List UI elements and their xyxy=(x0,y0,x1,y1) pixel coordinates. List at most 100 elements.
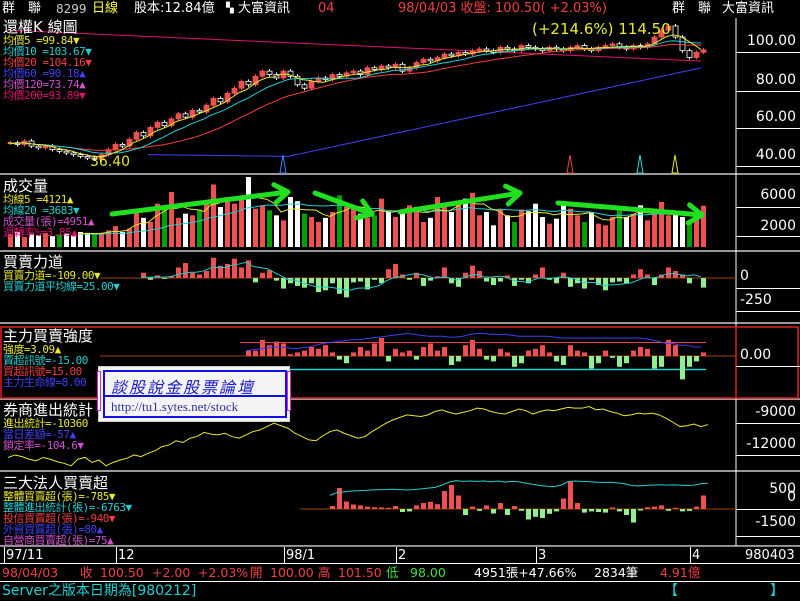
institutional-bar xyxy=(351,504,356,509)
axis-label: 80.00 xyxy=(755,72,796,88)
axis-label: 6000 xyxy=(760,187,796,203)
institutional-bar xyxy=(617,509,622,512)
strength-bar xyxy=(505,352,510,356)
power-bar xyxy=(638,269,643,278)
strength-bar xyxy=(638,347,643,356)
change-pct: +2.03% xyxy=(198,565,249,580)
volume-bar xyxy=(589,212,594,247)
volume-bar xyxy=(561,205,566,247)
volume-bar xyxy=(141,217,146,247)
institutional-bar xyxy=(498,503,503,509)
institutional-bar xyxy=(386,507,391,509)
power-title: 買賣力道 xyxy=(3,253,64,271)
institutional-bar xyxy=(372,507,377,509)
strength-bar xyxy=(624,356,629,364)
tab-number[interactable]: 04 xyxy=(318,0,335,18)
volume-bar xyxy=(624,217,629,247)
title-bar: 群 聯 8299 日線 股本:12.84億 ▚ 大富資訊 04 98/04/03… xyxy=(0,0,800,18)
status-message: Server之版本日期為[980212] xyxy=(2,583,197,599)
strength-bar xyxy=(582,352,587,356)
power-bar xyxy=(183,263,188,278)
open-value: 100.00 xyxy=(270,565,314,580)
power-bar xyxy=(470,265,475,278)
volume-bar xyxy=(267,210,272,247)
institutional-bar xyxy=(540,509,545,518)
strength-bar xyxy=(631,350,636,356)
volume-bar xyxy=(463,198,468,247)
strength-bar xyxy=(617,356,622,367)
chart-canvas[interactable] xyxy=(0,18,800,546)
signal-marker xyxy=(636,154,644,174)
volume-bar xyxy=(449,212,454,247)
volume-title: 成交量 xyxy=(3,177,49,195)
volume-bar xyxy=(505,215,510,247)
volume-bar xyxy=(554,218,559,247)
signal-marker xyxy=(566,154,574,174)
right-stock-name: 群 聯 xyxy=(672,1,712,16)
ma60-line xyxy=(147,67,702,157)
volume-bar xyxy=(134,212,139,247)
power-bar xyxy=(442,267,447,278)
strength-bar xyxy=(365,350,370,356)
candle xyxy=(686,50,693,58)
institutional-bar xyxy=(554,509,559,512)
volume-bar xyxy=(540,217,545,247)
stock-name: 群 聯 xyxy=(2,1,42,16)
volume-bar xyxy=(456,201,461,247)
axis-label: 2000 xyxy=(760,218,796,234)
volume-bar xyxy=(218,207,223,247)
right-source: 大富資訊 xyxy=(722,1,775,16)
institutional-bar xyxy=(526,509,531,520)
power-bar xyxy=(197,274,202,278)
power-bar xyxy=(589,278,594,280)
axis-label: 40.00 xyxy=(755,147,796,163)
strength-bar xyxy=(246,350,251,356)
ma10-line xyxy=(7,40,702,154)
axis-label: -250 xyxy=(740,292,772,308)
candle xyxy=(574,45,581,48)
strength-bar xyxy=(526,350,531,356)
volume-bar xyxy=(351,205,356,247)
info-date: 98/04/03 xyxy=(2,565,59,580)
date-axis: 97/11 12 98/1 2 3 4 980403 xyxy=(0,546,800,564)
volume-bar xyxy=(421,222,426,247)
strength-bar xyxy=(344,356,349,364)
volume-bar xyxy=(582,222,587,247)
volume-bar xyxy=(344,207,349,247)
strength-bar xyxy=(330,352,335,356)
volume-bar xyxy=(680,217,685,247)
source: 大富資訊 xyxy=(238,1,291,16)
volume-bar xyxy=(365,217,370,247)
institutional-title: 三大法人買賣超 xyxy=(3,474,109,492)
power-bar xyxy=(624,278,629,284)
candle xyxy=(483,48,490,52)
candle xyxy=(266,70,273,75)
institutional-bar xyxy=(512,506,517,509)
strength-bar xyxy=(400,352,405,356)
strength-bar xyxy=(666,339,671,356)
capital: 股本:12.84億 xyxy=(134,1,215,16)
candle xyxy=(133,132,140,140)
strength-bar xyxy=(561,356,566,365)
institutional-bar xyxy=(673,507,678,509)
power-bar xyxy=(330,278,335,284)
strength-bar xyxy=(540,345,545,356)
volume-bar xyxy=(428,217,433,247)
power-bar xyxy=(568,278,573,287)
power-bar xyxy=(176,267,181,278)
power-bar xyxy=(421,278,426,286)
volume-bar xyxy=(498,208,503,247)
power-bar xyxy=(274,278,279,281)
period-selector[interactable]: 日線 xyxy=(92,0,118,18)
strength-bar xyxy=(442,347,447,356)
axis-label: 0 xyxy=(740,268,749,284)
volume-bar xyxy=(281,220,286,247)
candle xyxy=(700,49,707,53)
candle xyxy=(42,145,49,149)
volume-bar xyxy=(379,198,384,247)
volume-bar xyxy=(211,184,216,247)
candle xyxy=(238,80,245,89)
candle xyxy=(77,154,84,157)
power-bar xyxy=(687,278,692,284)
volume-bar xyxy=(631,213,636,247)
